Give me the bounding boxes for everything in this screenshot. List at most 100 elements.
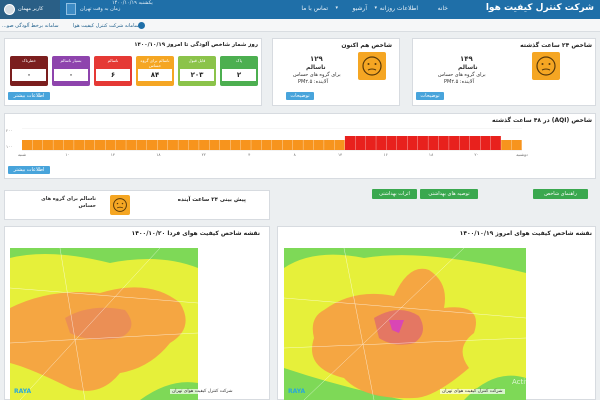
aqi-hour-bar [53, 140, 64, 150]
nav-item-home[interactable]: خانه [438, 5, 448, 12]
now-group: برای گروه های حساس [293, 72, 341, 78]
aqi-hour-bar [251, 140, 262, 150]
aqi-hour-bar [303, 140, 314, 150]
x-tick-label: ۱۶ [383, 152, 388, 157]
aqi-hour-bar [282, 140, 293, 150]
aqi-hour-bar [449, 136, 460, 150]
past24-pollutant: آلاینده: PM۲.۵ [444, 79, 474, 85]
aqi-category-count: ۸۴ [138, 69, 172, 81]
past24-status: ناسالم [458, 64, 478, 71]
aqi-hour-bar [178, 140, 189, 150]
aqi-category-count: ۲ [222, 69, 256, 81]
nav-item-daily[interactable]: اطلاعات روزانه [380, 5, 418, 12]
aqi-category-label: قابل قبول [188, 58, 206, 63]
aqi-hour-bar [74, 140, 85, 150]
aqi-hour-bar [501, 140, 512, 150]
x-tick-label: شنبه [18, 152, 26, 157]
aqi-hour-bar [94, 140, 106, 150]
aqi-hour-bar [417, 136, 428, 150]
aqi-hour-bar [292, 140, 303, 150]
calendar-icon [66, 3, 76, 15]
subnav-link[interactable]: سامانه شرکت کنترل کیفیت هوا [73, 23, 139, 29]
aqi-hour-bar [105, 140, 116, 150]
now-value: ۱۲۹ [310, 55, 323, 63]
tab-health-effects[interactable]: اثرات بهداشتی [372, 189, 417, 199]
tab-aqi-guide[interactable]: راهنمای شاخص [533, 189, 588, 199]
aqi-hour-bar [407, 136, 418, 150]
now-details-button[interactable]: توضیحات [286, 92, 314, 100]
aqi-category-box: ناسالم برای گروه حساس ۸۴ [136, 56, 174, 86]
past24-details-button[interactable]: توضیحات [416, 92, 444, 100]
aqi48-chart [22, 128, 522, 151]
aqi-hour-bar [313, 140, 324, 150]
map-today-title: نقشه شاخص کیفیت هوای امروز ۱۴۰۰/۱۰/۱۹ [459, 230, 592, 237]
aqi-category-box: بسیار ناسالم ۰ [52, 56, 90, 86]
aqi-hour-bar [397, 136, 408, 150]
aqi-hour-bar [188, 140, 199, 150]
x-tick-label: ۲۰ [474, 152, 479, 157]
aqi-hour-bar [42, 140, 53, 150]
x-tick-label: ۴ [248, 152, 251, 157]
aqi-hour-bar [240, 140, 251, 150]
aqi-category-label: ناسالم برای گروه حساس [140, 58, 170, 68]
timezone-text: زمان به وقت تهران [80, 6, 121, 12]
subnav-link-2[interactable]: سامانه برخط آلودگی صو... [2, 23, 59, 29]
x-tick-label: ۲۲ [201, 152, 206, 157]
aqi-face-icon [532, 52, 560, 80]
aqi-face-icon [110, 195, 130, 215]
tab-health-advice[interactable]: توصیه های بهداشتی [420, 189, 478, 199]
nav-item-contact[interactable]: تماس با ما [301, 5, 328, 12]
info-icon [138, 22, 145, 29]
aqi-face-icon [358, 52, 386, 80]
aqi-category-count: ۶ [96, 69, 130, 81]
aqi-hour-bar [209, 140, 220, 150]
aqi-category-box: خطرناک ۰ [10, 56, 48, 86]
map-tomorrow-title: نقشه شاخص کیفیت هوای فردا ۱۴۰۰/۱۰/۲۰ [131, 230, 260, 237]
day-counter-title: روز شمار شاخص آلودگی تا امروز ۱۴۰۰/۱۰/۱۹ [134, 42, 258, 48]
now-title: شاخص هم اکنون [341, 42, 392, 49]
map-today[interactable] [284, 248, 526, 400]
raya-logo: RAYA [288, 388, 306, 395]
aqi-hour-bar [334, 140, 345, 150]
aqi-hour-bar [22, 140, 33, 150]
aqi-category-label: پاک [236, 58, 242, 63]
day-counter-more-button[interactable]: اطلاعات بیشتر [8, 92, 50, 100]
aqi-category-box: پاک ۲ [220, 56, 258, 86]
aqi-hour-bar [167, 140, 178, 150]
brand-title[interactable]: شرکت کنترل کیفیت هوا [486, 3, 594, 13]
aqi-hour-bar [428, 136, 439, 150]
aqi-hour-bar [84, 140, 95, 150]
aqi-hour-bar [459, 136, 470, 150]
aqi-category-count: ۲۰۳ [180, 69, 214, 81]
x-tick-label: ۸ [293, 152, 296, 157]
aqi-hour-bar [438, 136, 449, 150]
os-watermark: Activate Windows [512, 378, 575, 386]
aqi-hour-bar [32, 140, 43, 150]
aqi-hour-bar [365, 136, 376, 150]
chevron-down-icon: ▾ [335, 5, 338, 11]
aqi-hour-bar [511, 140, 522, 150]
now-pollutant: آلاینده: PM۲.۵ [298, 79, 328, 85]
x-tick-label: ۱۴ [110, 152, 116, 157]
now-status: ناسالم [306, 64, 326, 71]
avatar [4, 4, 15, 15]
y-tick-100: ۱۰۰ [6, 144, 13, 149]
aqi48-more-button[interactable]: اطلاعات بیشتر [8, 166, 50, 174]
x-tick-label: ۱۰ [65, 152, 70, 157]
aqi-category-label: خطرناک [22, 58, 36, 63]
aqi-hour-bar [230, 140, 241, 150]
past24-group: برای گروه های حساس [438, 72, 486, 78]
aqi-category-count: ۰ [12, 69, 46, 81]
aqi-hour-bar [469, 136, 481, 150]
map-tomorrow[interactable] [10, 248, 198, 400]
aqi-hour-bar [136, 140, 147, 150]
past24-title: شاخص ۲۴ ساعت گذشته [520, 42, 592, 49]
aqi-hour-bar [386, 136, 397, 150]
raya-logo: RAYA [14, 388, 32, 395]
x-tick-label: ۱۸ [428, 152, 434, 157]
aqi-hour-bar [147, 140, 158, 150]
map-tomorrow-caption: شرکت کنترل کیفیت هوای تهران [170, 389, 235, 394]
aqi-hour-bar [480, 136, 491, 150]
user-name: کاربر مهمان [18, 6, 44, 12]
nav-item-archive[interactable]: آرشیو [352, 5, 367, 12]
